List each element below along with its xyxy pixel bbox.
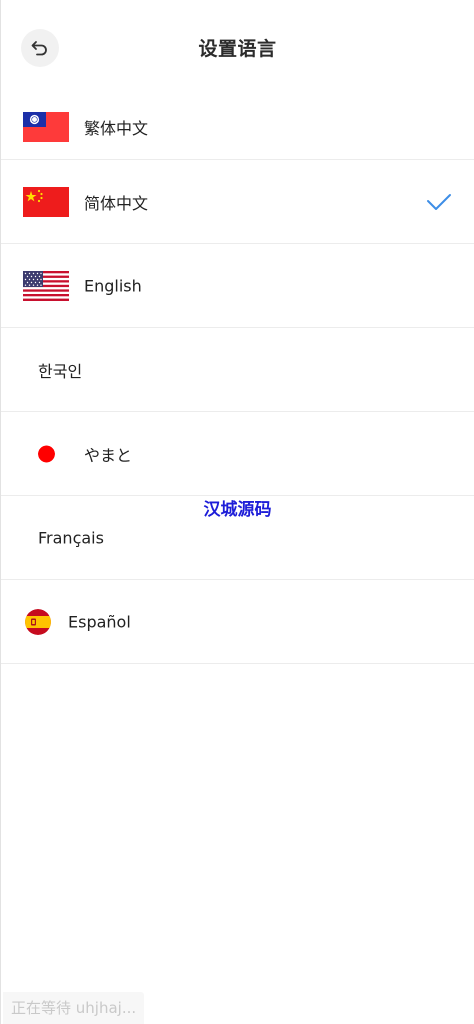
loading-status: 正在等待 uhjhaj... <box>3 992 145 1024</box>
language-label: 한국인 <box>38 361 83 381</box>
language-option-simplified-chinese[interactable]: 简体中文 <box>1 160 474 244</box>
language-settings-screen: 设置语言 繁体中文 简体中文 English 한국인 やまと Français … <box>0 0 474 1024</box>
language-label: 繁体中文 <box>84 118 149 138</box>
header: 设置语言 <box>1 0 474 94</box>
checkmark-icon <box>427 193 451 210</box>
china-flag-icon <box>23 186 69 217</box>
spain-flag-icon <box>25 608 51 635</box>
language-option-korean[interactable]: 한국인 <box>1 328 474 412</box>
language-option-traditional-chinese[interactable]: 繁体中文 <box>1 94 474 160</box>
language-option-spanish[interactable]: Español <box>1 580 474 664</box>
language-label: 简体中文 <box>84 193 149 213</box>
language-label: English <box>84 276 142 295</box>
us-flag-icon <box>23 270 69 301</box>
language-option-english[interactable]: English <box>1 244 474 328</box>
language-label: Español <box>68 612 131 631</box>
language-option-japanese[interactable]: やまと <box>1 412 474 496</box>
taiwan-flag-icon <box>23 111 69 142</box>
language-label: Français <box>38 528 104 547</box>
page-title: 设置语言 <box>198 38 277 60</box>
language-option-french[interactable]: Français <box>1 496 474 580</box>
red-dot-icon <box>38 445 55 462</box>
language-label: やまと <box>84 445 133 465</box>
language-list: 繁体中文 简体中文 English 한국인 やまと Français Españ… <box>1 94 474 664</box>
